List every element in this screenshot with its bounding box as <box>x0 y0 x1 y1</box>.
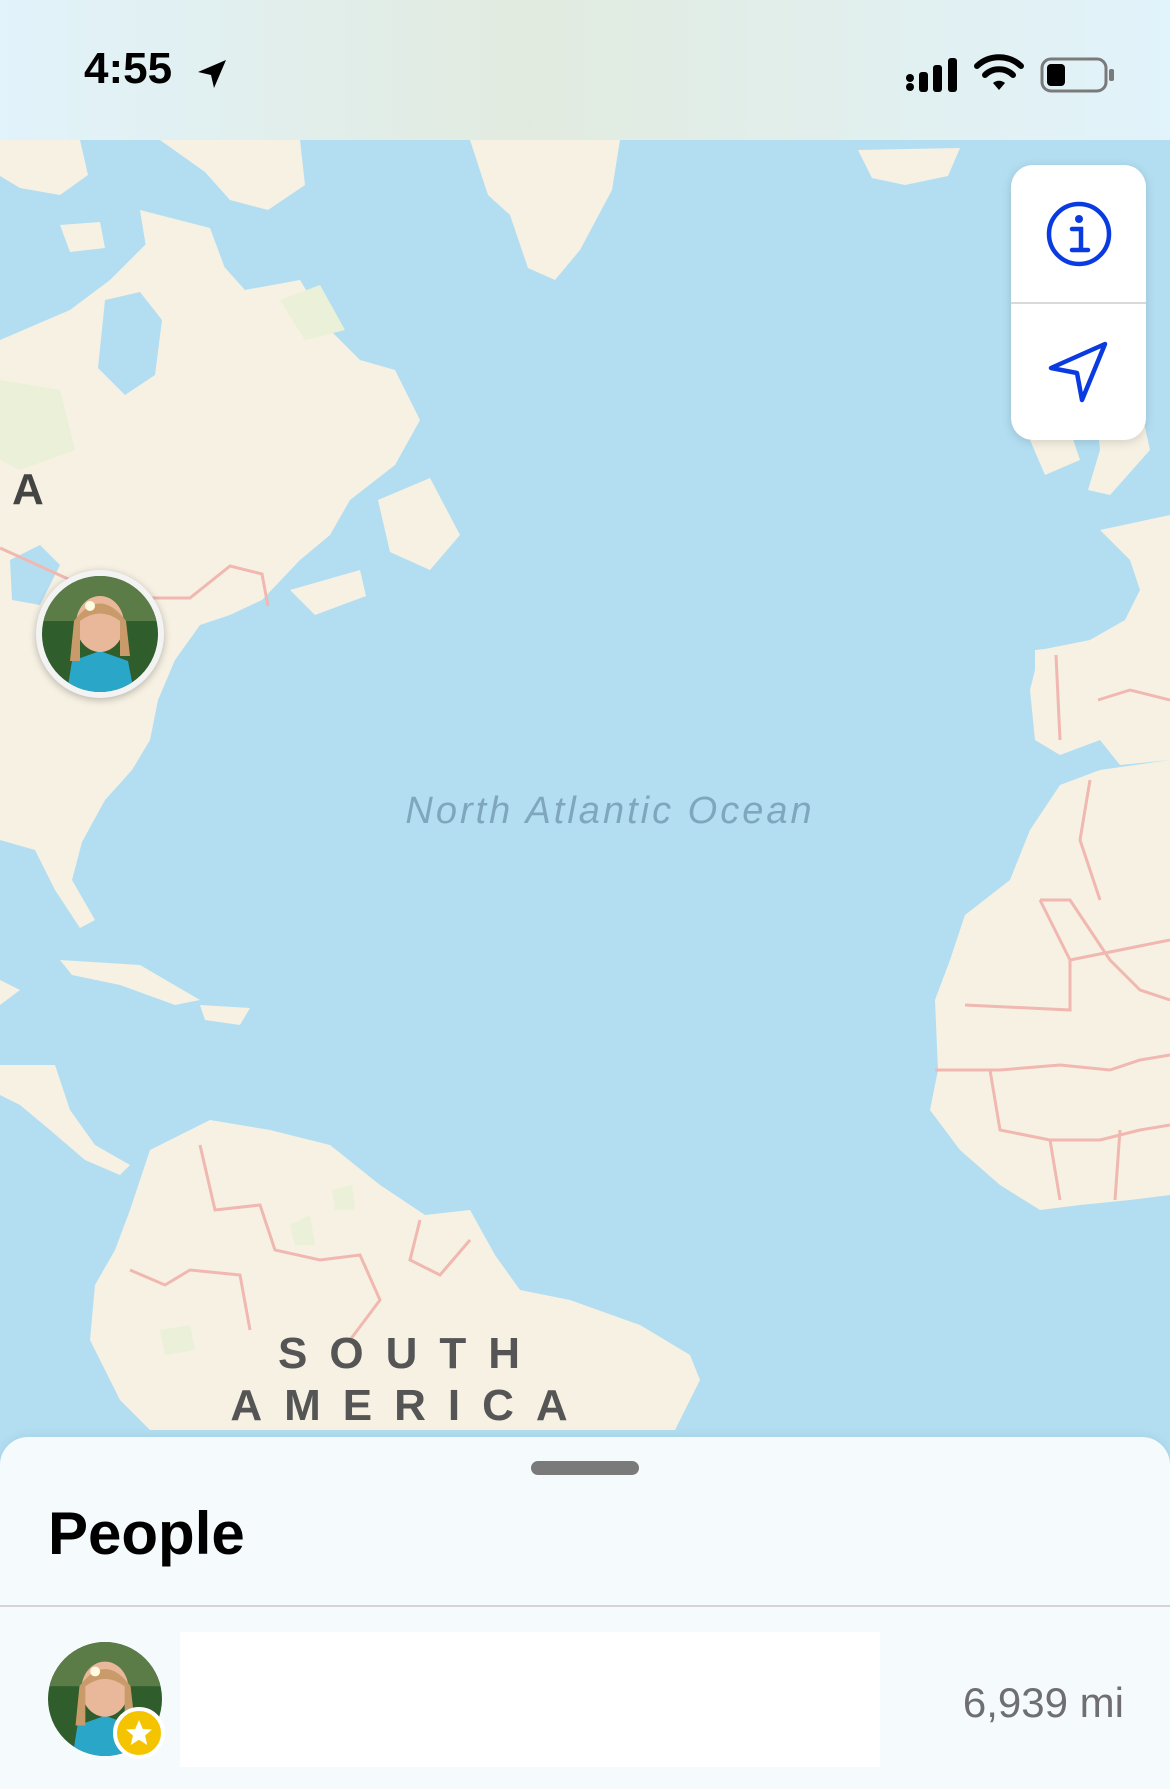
ocean-label: North Atlantic Ocean <box>405 790 815 832</box>
status-bar: 4:55 <box>0 0 1170 140</box>
wifi-icon <box>974 54 1024 90</box>
redacted-area <box>180 1632 880 1767</box>
map-controls <box>1011 165 1146 440</box>
favorite-badge <box>113 1707 165 1759</box>
battery-icon <box>1040 57 1114 93</box>
map-region-label: A <box>12 465 44 514</box>
tracking-button[interactable] <box>1011 303 1146 440</box>
person-distance: 6,939 mi <box>962 1679 1124 1726</box>
sheet-grabber[interactable] <box>531 1461 639 1475</box>
person-map-pin[interactable] <box>36 570 164 698</box>
info-button[interactable] <box>1011 165 1146 304</box>
avatar <box>42 576 158 692</box>
info-icon <box>1046 201 1111 266</box>
star-icon <box>126 1720 152 1745</box>
cellular-signal-icon <box>906 58 957 92</box>
status-time: 4:55 <box>84 44 173 93</box>
sheet-title: People <box>48 1500 245 1567</box>
location-arrow-icon <box>198 60 226 88</box>
location-arrow-icon <box>1048 341 1107 402</box>
people-sheet[interactable]: People 6,939 mi <box>0 1437 1170 1789</box>
continent-label: SOUTH AMERICA <box>230 1329 590 1430</box>
person-row[interactable]: 6,939 mi <box>0 1607 1170 1789</box>
